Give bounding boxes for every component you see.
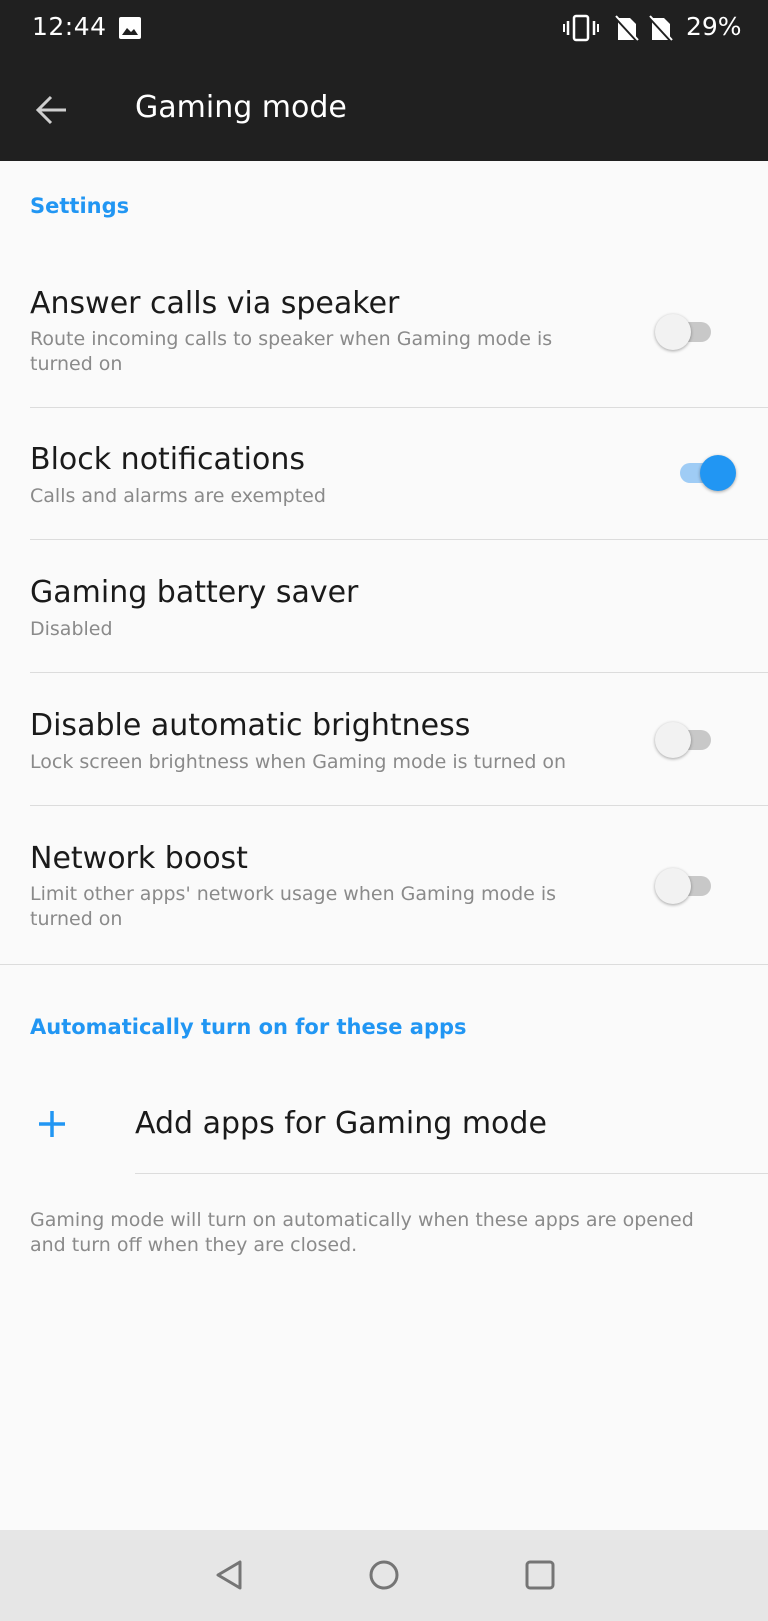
setting-subtitle: Calls and alarms are exempted <box>30 485 326 507</box>
setting-gaming-battery-saver[interactable]: Gaming battery saver Disabled <box>0 540 768 672</box>
battery-percentage: 29% <box>686 12 742 41</box>
setting-title: Network boost <box>30 841 248 876</box>
setting-subtitle: Lock screen brightness when Gaming mode … <box>30 751 567 773</box>
network-boost-toggle[interactable] <box>655 866 717 906</box>
no-sim-icon <box>613 15 639 43</box>
setting-title: Block notifications <box>30 442 306 477</box>
setting-title: Disable automatic brightness <box>30 708 471 743</box>
setting-answer-calls-via-speaker[interactable]: Answer calls via speaker Route incoming … <box>0 262 768 408</box>
setting-title: Answer calls via speaker <box>30 286 400 321</box>
add-apps-label: Add apps for Gaming mode <box>135 1106 547 1141</box>
apps-footnote: Gaming mode will turn on automatically w… <box>30 1209 694 1256</box>
image-icon <box>119 17 141 39</box>
page-title: Gaming mode <box>135 90 347 125</box>
status-bar: 12:44 29% <box>0 0 768 58</box>
app-bar: Gaming mode <box>0 58 768 161</box>
recents-square-icon[interactable] <box>522 1557 558 1593</box>
plus-icon <box>39 1111 65 1137</box>
setting-subtitle: Route incoming calls to speaker when Gam… <box>30 328 553 375</box>
answer-calls-toggle[interactable] <box>655 312 717 352</box>
no-sim-icon <box>647 15 673 43</box>
status-time: 12:44 <box>32 12 107 41</box>
setting-block-notifications[interactable]: Block notifications Calls and alarms are… <box>0 408 768 540</box>
section-header-settings: Settings <box>30 194 130 218</box>
section-divider <box>0 964 768 965</box>
vibrate-icon <box>563 14 599 42</box>
navigation-bar <box>0 1530 768 1621</box>
disable-brightness-toggle[interactable] <box>655 720 717 760</box>
section-header-auto-apps: Automatically turn on for these apps <box>30 1015 467 1039</box>
setting-disable-automatic-brightness[interactable]: Disable automatic brightness Lock screen… <box>0 673 768 806</box>
setting-subtitle: Limit other apps' network usage when Gam… <box>30 883 557 930</box>
back-arrow-icon[interactable] <box>34 92 70 128</box>
setting-subtitle: Disabled <box>30 618 113 640</box>
setting-title: Gaming battery saver <box>30 575 359 610</box>
add-apps-button[interactable]: Add apps for Gaming mode <box>0 1070 768 1174</box>
block-notifications-toggle[interactable] <box>674 453 736 493</box>
setting-network-boost[interactable]: Network boost Limit other apps' network … <box>0 806 768 964</box>
home-circle-icon[interactable] <box>366 1557 402 1593</box>
divider <box>135 1173 768 1174</box>
back-triangle-icon[interactable] <box>212 1557 248 1593</box>
